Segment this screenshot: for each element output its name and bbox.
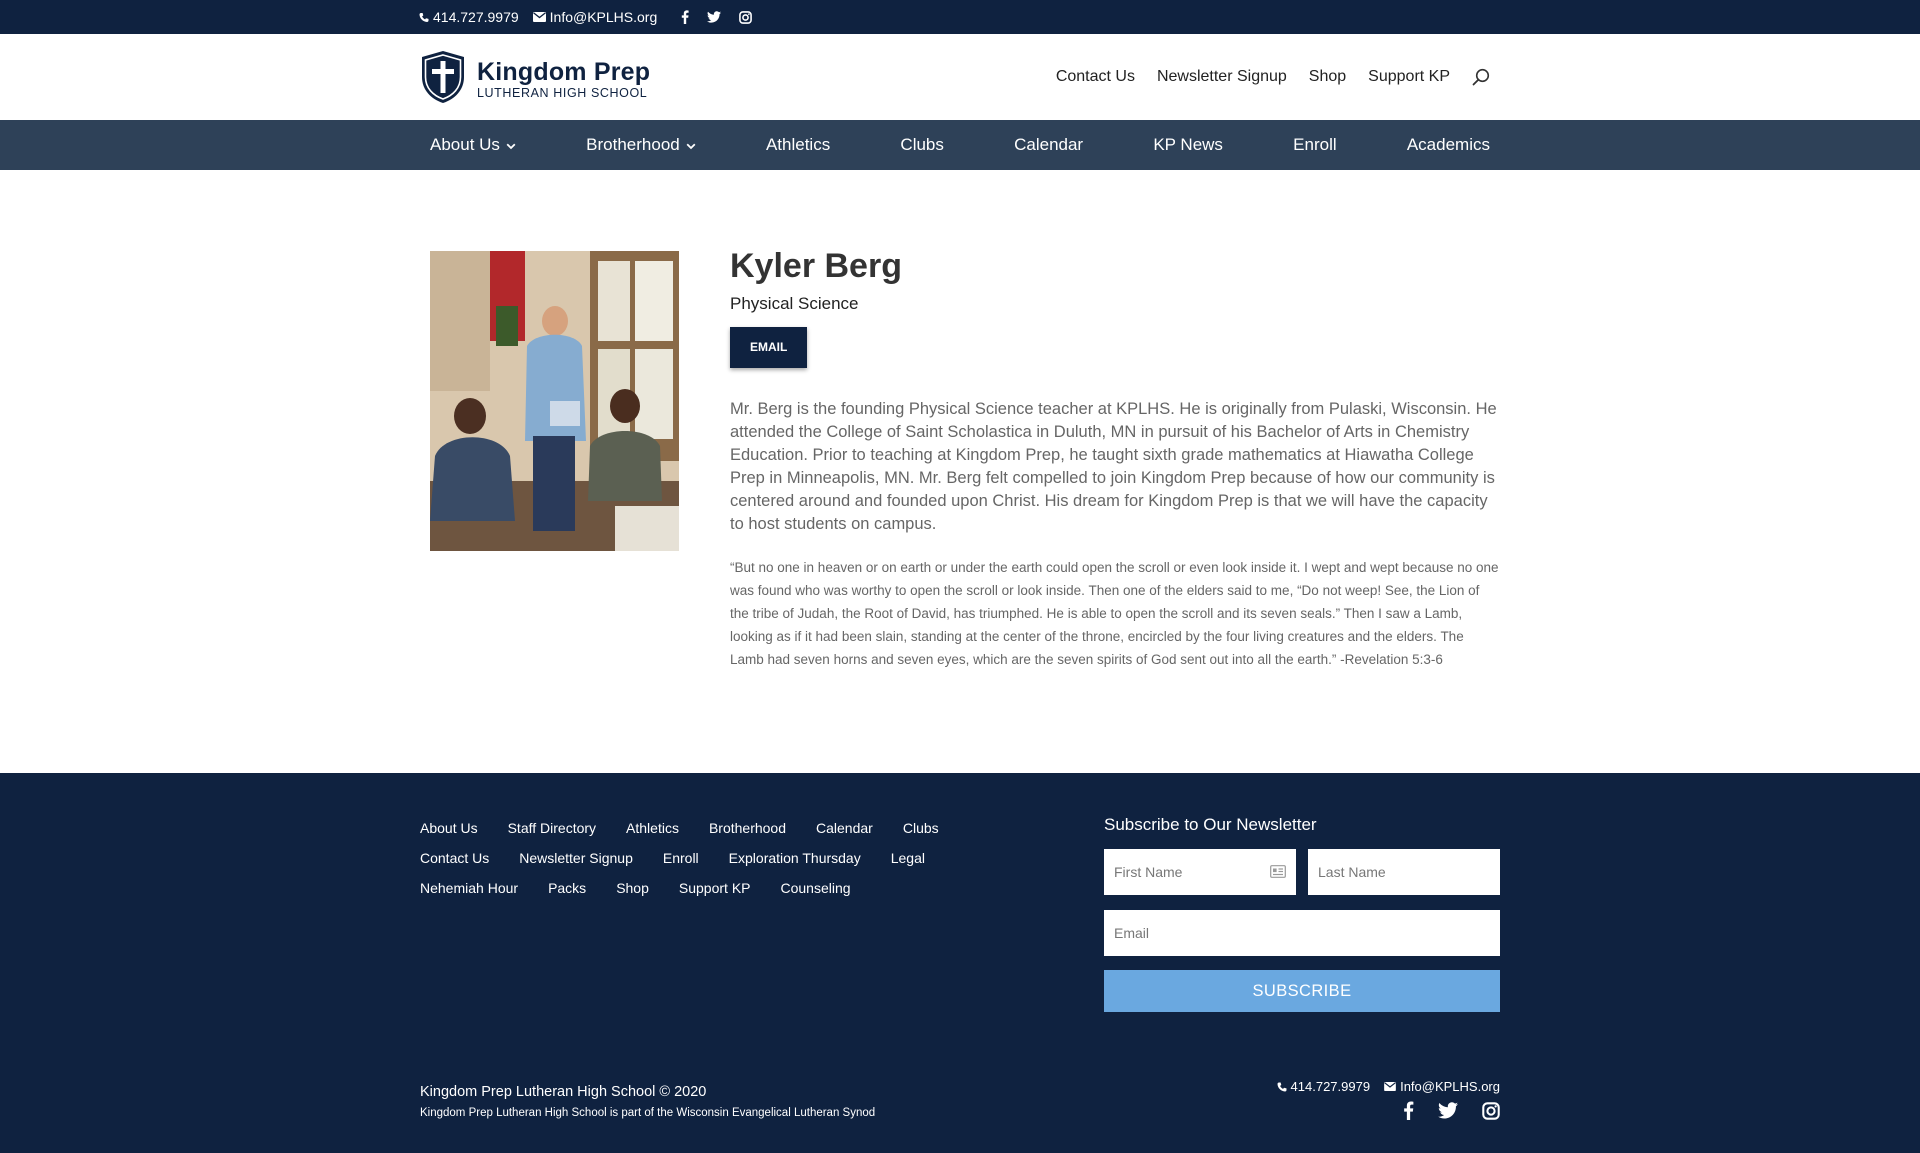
copyright-text: Kingdom Prep Lutheran High School © 2020 — [420, 1084, 707, 1100]
first-name-placeholder: First Name — [1114, 864, 1183, 880]
newsletter-email-field[interactable]: Email — [1104, 910, 1500, 956]
top-phone[interactable]: 414.727.9979 — [419, 9, 519, 25]
nav-item-brotherhood[interactable]: Brotherhood — [586, 135, 696, 155]
profile-content: Kyler Berg Physical Science EMAIL Mr. Be… — [730, 246, 1500, 671]
nav-item-clubs[interactable]: Clubs — [900, 135, 943, 155]
email-placeholder: Email — [1114, 925, 1150, 941]
facebook-icon[interactable] — [1403, 1101, 1414, 1120]
nav-item-label: Athletics — [765, 135, 831, 154]
top-email-text: Info@KPLHS.org — [549, 9, 658, 25]
last-name-field[interactable]: Last Name — [1308, 849, 1500, 895]
footer-link-nehemiah-hour[interactable]: Nehemiah Hour — [420, 880, 518, 896]
footer-link-contact-us[interactable]: Contact Us — [420, 850, 489, 866]
util-link-newsletter-signup[interactable]: Newsletter Signup — [1157, 68, 1287, 86]
logo-subtitle: LUTHERAN HIGH SCHOOL — [477, 85, 648, 100]
top-bar: 414.727.9979 Info@KPLHS.org — [0, 0, 1920, 34]
logo-title: Kingdom Prep — [477, 57, 651, 86]
phone-icon — [419, 12, 429, 23]
search-icon[interactable] — [1472, 68, 1490, 86]
envelope-icon — [532, 12, 546, 22]
footer-phone-text: 414.727.9979 — [1290, 1079, 1371, 1094]
profile-bio: Mr. Berg is the founding Physical Scienc… — [730, 400, 1497, 533]
footer-link-exploration-thursday[interactable]: Exploration Thursday — [729, 850, 861, 866]
footer-link-packs[interactable]: Packs — [548, 880, 586, 896]
contact-card-icon — [1270, 865, 1286, 881]
nav-item-athletics[interactable]: Athletics — [766, 135, 830, 155]
footer-link-newsletter-signup[interactable]: Newsletter Signup — [519, 850, 633, 866]
site-logo[interactable]: Kingdom Prep LUTHERAN HIGH SCHOOL — [419, 49, 650, 110]
profile-name: Kyler Berg — [730, 247, 902, 285]
nav-item-calendar[interactable]: Calendar — [1014, 135, 1083, 155]
top-email[interactable]: Info@KPLHS.org — [532, 9, 658, 25]
util-link-support-kp[interactable]: Support KP — [1368, 68, 1450, 86]
nav-item-label: Academics — [1406, 135, 1490, 154]
nav-item-label: Brotherhood — [586, 135, 680, 154]
footer-link-brotherhood[interactable]: Brotherhood — [709, 820, 786, 836]
twitter-icon[interactable] — [707, 11, 722, 23]
facebook-icon[interactable] — [681, 10, 689, 24]
util-link-shop[interactable]: Shop — [1309, 68, 1346, 86]
footer-link-counseling[interactable]: Counseling — [781, 880, 851, 896]
site-header: Kingdom Prep LUTHERAN HIGH SCHOOL Contac… — [0, 34, 1920, 120]
nav-item-about-us[interactable]: About Us — [430, 135, 516, 155]
footer-social — [1380, 1101, 1500, 1120]
last-name-placeholder: Last Name — [1318, 864, 1386, 880]
footer-link-about-us[interactable]: About Us — [420, 820, 478, 836]
footer-link-row: About Us Staff Directory Athletics Broth… — [420, 813, 1040, 843]
instagram-icon[interactable] — [739, 10, 753, 24]
nav-item-label: KP News — [1153, 135, 1223, 154]
footer-link-support-kp[interactable]: Support KP — [679, 880, 751, 896]
footer-link-shop[interactable]: Shop — [616, 880, 649, 896]
footer-link-calendar[interactable]: Calendar — [816, 820, 873, 836]
footer-link-clubs[interactable]: Clubs — [903, 820, 939, 836]
envelope-icon — [1384, 1082, 1396, 1091]
nav-item-enroll[interactable]: Enroll — [1293, 135, 1336, 155]
chevron-down-icon — [686, 135, 696, 155]
profile-quote: “But no one in heaven or on earth or und… — [730, 560, 1499, 667]
profile-photo — [430, 251, 679, 551]
footer-link-row: Contact Us Newsletter Signup Enroll Expl… — [420, 843, 1040, 873]
utility-nav: Contact Us Newsletter Signup Shop Suppor… — [1056, 34, 1490, 120]
footer-link-athletics[interactable]: Athletics — [626, 820, 679, 836]
synod-text: Kingdom Prep Lutheran High School is par… — [420, 1107, 876, 1119]
newsletter-form: Subscribe to Our Newsletter First Name L… — [1104, 815, 1500, 1012]
nav-item-label: Enroll — [1293, 135, 1337, 154]
instagram-icon[interactable] — [1482, 1101, 1500, 1120]
logo-text: Kingdom Prep LUTHERAN HIGH SCHOOL — [477, 59, 650, 101]
footer-link-enroll[interactable]: Enroll — [663, 850, 699, 866]
nav-item-kp-news[interactable]: KP News — [1153, 135, 1223, 155]
footer-email-text: Info@KPLHS.org — [1400, 1079, 1500, 1094]
subscribe-button[interactable]: SUBSCRIBE — [1104, 970, 1500, 1012]
newsletter-name-row: First Name Last Name — [1104, 849, 1500, 895]
nav-item-academics[interactable]: Academics — [1407, 135, 1490, 155]
first-name-field[interactable]: First Name — [1104, 849, 1296, 895]
util-link-contact-us[interactable]: Contact Us — [1056, 68, 1135, 86]
newsletter-title: Subscribe to Our Newsletter — [1104, 815, 1317, 834]
nav-item-label: About Us — [430, 135, 500, 154]
profile-subject: Physical Science — [730, 294, 859, 313]
footer-copyright: Kingdom Prep Lutheran High School © 2020… — [420, 1082, 875, 1121]
footer-contact: 414.727.9979 Info@KPLHS.org — [1277, 1079, 1500, 1094]
top-social — [681, 10, 753, 24]
nav-item-label: Calendar — [1014, 135, 1084, 154]
phone-icon — [1277, 1082, 1287, 1092]
top-phone-text: 414.727.9979 — [433, 9, 519, 25]
footer-email[interactable]: Info@KPLHS.org — [1384, 1079, 1500, 1094]
footer-link-staff-directory[interactable]: Staff Directory — [508, 820, 596, 836]
footer-link-row: Nehemiah Hour Packs Shop Support KP Coun… — [420, 873, 1040, 903]
footer-link-legal[interactable]: Legal — [891, 850, 925, 866]
main-nav: About Us Brotherhood Athletics Clubs Cal… — [0, 120, 1920, 170]
email-button[interactable]: EMAIL — [730, 327, 808, 368]
shield-cross-icon — [419, 49, 467, 110]
chevron-down-icon — [506, 135, 516, 155]
twitter-icon[interactable] — [1438, 1101, 1458, 1120]
footer-phone[interactable]: 414.727.9979 — [1277, 1079, 1371, 1094]
site-footer: About Us Staff Directory Athletics Broth… — [0, 773, 1920, 1153]
footer-links: About Us Staff Directory Athletics Broth… — [420, 813, 1040, 903]
nav-item-label: Clubs — [900, 135, 944, 154]
